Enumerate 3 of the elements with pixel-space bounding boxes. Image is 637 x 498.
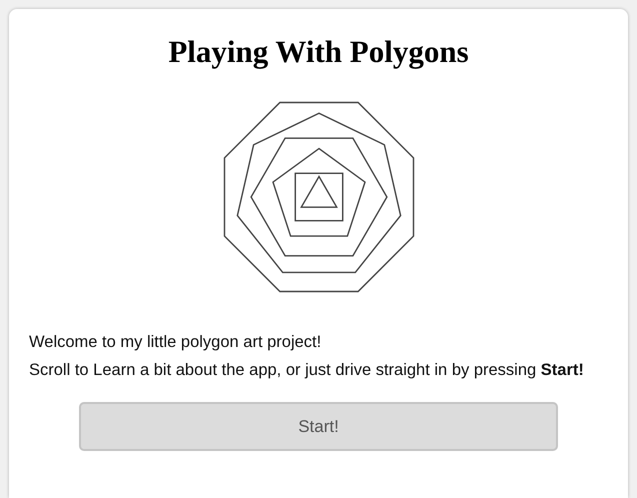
intro-paragraph: Welcome to my little polygon art project! xyxy=(29,332,322,352)
intro-paragraph: Scroll to Learn a bit about the app, or just drive straight in by pressing Start! xyxy=(29,360,585,380)
page-title: Playing With Polygons xyxy=(167,34,470,70)
